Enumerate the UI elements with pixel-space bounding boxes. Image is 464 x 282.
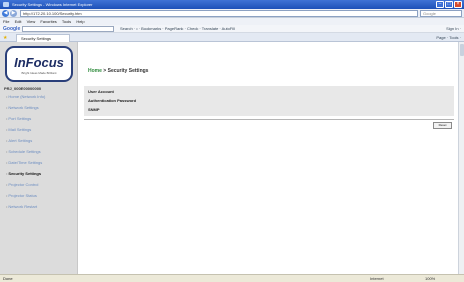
sidebar-item-label: Home (Network Info) — [8, 94, 46, 99]
sidebar-item-label: Schedule Settings — [8, 149, 41, 154]
menu-bar: File Edit View Favorites Tools Help — [0, 18, 464, 25]
google-toolbar: Google Search · • · Bookmarks · PageRank… — [0, 25, 464, 33]
vertical-scrollbar[interactable] — [458, 42, 464, 274]
minimize-button[interactable]: – — [436, 1, 444, 8]
sidebar-item-label: Network Restart — [8, 204, 38, 209]
sidebar-item-label: Projector Control — [8, 182, 39, 187]
window-title: Security Settings - Windows Internet Exp… — [12, 2, 93, 7]
status-text: Done — [3, 276, 13, 281]
sidebar-item-label: Projector Status — [8, 193, 37, 198]
menu-help[interactable]: Help — [76, 19, 84, 24]
divider — [84, 119, 454, 120]
menu-view[interactable]: View — [27, 19, 36, 24]
sidebar-item-label: Network Settings — [8, 105, 39, 110]
authentication-password-row[interactable]: Authentication Password — [88, 98, 136, 103]
device-name: PRJ_000E00000000 — [4, 86, 42, 91]
google-toolbar-buttons[interactable]: Search · • · Bookmarks · PageRank · Chec… — [120, 26, 235, 32]
reset-button[interactable]: Reset — [433, 122, 452, 129]
maximize-button[interactable]: □ — [445, 1, 453, 8]
sidebar-item-label: Date/Time Settings — [8, 160, 43, 165]
main-panel: Home > Security Settings User Account Au… — [78, 42, 458, 274]
command-bar[interactable]: Page · Tools · — [436, 35, 461, 40]
sidebar-nav: •Home (Network Info) •Network Settings •… — [6, 95, 45, 216]
favorites-star-icon[interactable]: ★ — [3, 35, 7, 41]
logo-brand: InFocus — [14, 55, 64, 70]
window-title-bar: Security Settings - Windows Internet Exp… — [0, 0, 464, 9]
page-content: InFocus Bright Ideas Made Brilliant PRJ_… — [0, 42, 458, 274]
breadcrumb-home-link[interactable]: Home — [88, 68, 102, 74]
infocus-logo: InFocus Bright Ideas Made Brilliant — [5, 46, 73, 82]
menu-file[interactable]: File — [3, 19, 9, 24]
status-bar: Done Internet 100% — [0, 274, 464, 282]
sidebar: InFocus Bright Ideas Made Brilliant PRJ_… — [0, 42, 78, 274]
security-zone: Internet — [370, 276, 384, 281]
sidebar-item-label: Mail Settings — [8, 127, 32, 132]
tab-bar: ★ Security Settings Page · Tools · — [0, 33, 464, 42]
ie-icon — [3, 2, 9, 7]
security-options-panel: User Account Authentication Password SNM… — [84, 86, 454, 116]
close-button[interactable]: × — [454, 1, 462, 8]
scrollbar-thumb[interactable] — [460, 44, 464, 56]
google-signin-link[interactable]: Sign In · — [446, 26, 461, 32]
menu-tools[interactable]: Tools — [62, 19, 71, 24]
breadcrumb-current: Security Settings — [107, 68, 149, 74]
menu-favorites[interactable]: Favorites — [40, 19, 56, 24]
url-field[interactable]: http://172.20.10.100/Security.htm — [20, 10, 418, 17]
breadcrumb: Home > Security Settings — [88, 68, 148, 74]
menu-edit[interactable]: Edit — [15, 19, 22, 24]
sidebar-item-label: Port Settings — [8, 116, 32, 121]
google-search-input[interactable] — [22, 26, 114, 32]
logo-tagline: Bright Ideas Made Brilliant — [21, 71, 57, 75]
sidebar-item-label: Alert Settings — [8, 138, 33, 143]
tab-security-settings[interactable]: Security Settings — [16, 34, 70, 42]
sidebar-item-label: Security Settings — [8, 171, 42, 176]
zoom-level[interactable]: 100% — [425, 275, 435, 282]
google-logo: Google — [3, 26, 21, 32]
sidebar-item-network-restart[interactable]: •Network Restart — [6, 205, 45, 216]
forward-arrow-icon[interactable]: ▶ — [10, 10, 17, 17]
back-arrow-icon[interactable]: ◀ — [2, 10, 9, 17]
user-account-row[interactable]: User Account — [88, 89, 114, 94]
search-input[interactable]: Google — [420, 10, 462, 17]
snmp-row[interactable]: SNMP — [88, 107, 100, 112]
address-bar: ◀ ▶ http://172.20.10.100/Security.htm Go… — [0, 9, 464, 18]
